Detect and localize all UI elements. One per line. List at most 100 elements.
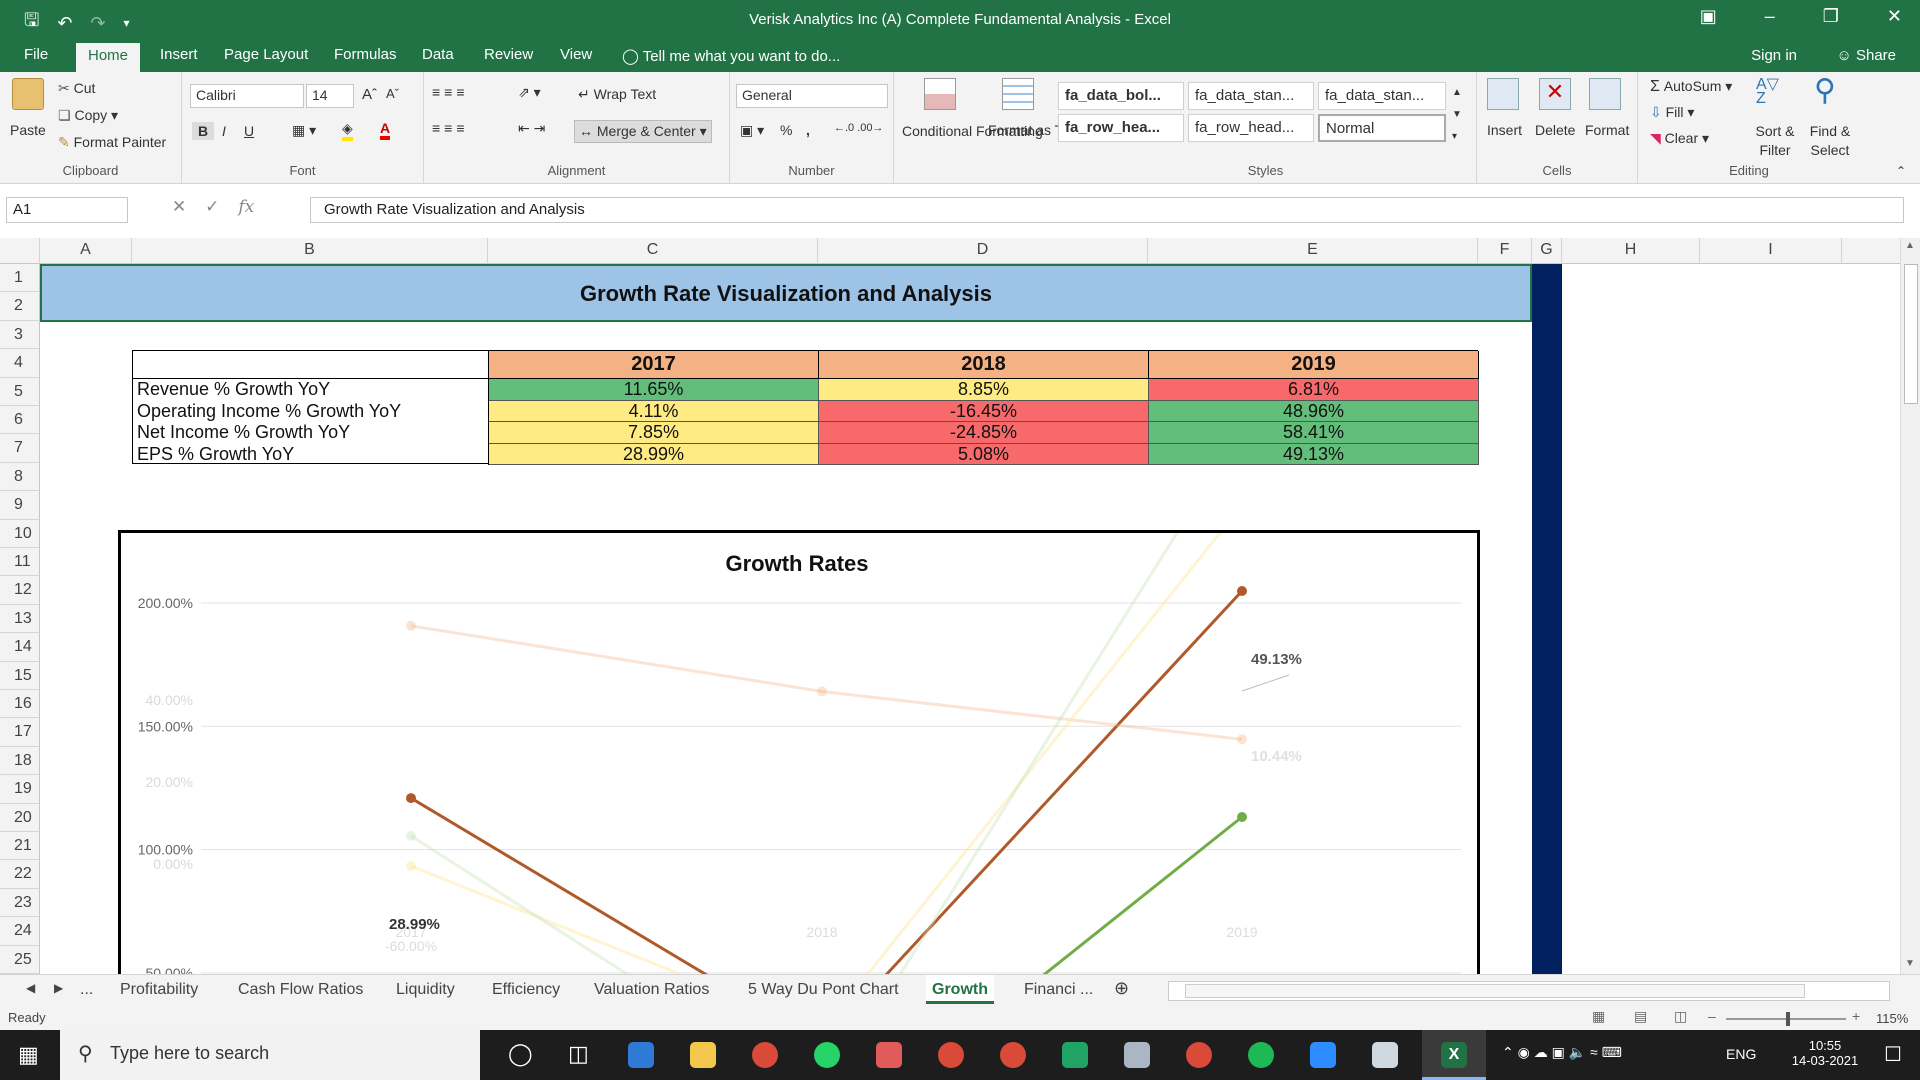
row-header[interactable]: 2 [0,292,40,321]
indent-icons[interactable]: ⇤ ⇥ [518,120,545,137]
sign-in-link[interactable]: Sign in [1751,47,1797,64]
horizontal-align-icons[interactable]: ≡≡≡ [432,120,469,136]
table-cell[interactable]: 11.65% [489,379,819,401]
style-fa-data-bold[interactable]: fa_data_bol... [1058,82,1184,110]
year-header[interactable]: 2019 [1149,351,1479,379]
column-header-b[interactable]: B [132,238,488,264]
table-row-label[interactable]: EPS % Growth YoY [133,443,489,465]
prev-sheet-icon[interactable]: ◀ [20,979,41,997]
zoom-app-icon[interactable] [1310,1042,1336,1068]
table-cell[interactable]: -16.45% [819,400,1149,422]
spotify-icon[interactable] [1248,1042,1274,1068]
cut-button[interactable]: ✂ Cut [58,80,95,97]
tab-page-layout[interactable]: Page Layout [224,46,308,63]
snipping-icon[interactable] [876,1042,902,1068]
table-row-label[interactable]: Operating Income % Growth YoY [133,400,489,422]
autosum-button[interactable]: Σ AutoSum ▾ [1650,78,1732,96]
row-header[interactable]: 21 [0,832,40,861]
format-cells-icon[interactable] [1589,78,1621,110]
app-icon[interactable] [1124,1042,1150,1068]
row-header[interactable]: 14 [0,633,40,662]
row-header[interactable]: 6 [0,406,40,435]
format-as-table-icon[interactable] [1002,78,1034,110]
tab-file[interactable]: File [24,46,48,63]
horizontal-scrollbar[interactable] [1168,981,1890,1001]
conditional-formatting-icon[interactable] [924,78,956,110]
fill-color-icon[interactable]: ◈ [342,120,353,141]
table-cell[interactable]: -24.85% [819,422,1149,444]
column-header-i[interactable]: I [1700,238,1842,264]
sheet-title-cell[interactable]: Growth Rate Visualization and Analysis [40,264,1532,322]
style-fa-row-head[interactable]: fa_row_head... [1188,114,1314,142]
normal-view-icon[interactable]: ▦ [1592,1008,1605,1025]
mail-icon[interactable] [628,1042,654,1068]
column-header-g[interactable]: G [1532,238,1562,264]
function-icon[interactable]: fx [238,197,254,217]
tell-me-search[interactable]: ◯ Tell me what you want to do... [622,47,840,65]
row-header[interactable]: 23 [0,888,40,918]
row-header[interactable]: 10 [0,519,40,548]
bold-button[interactable]: B [192,122,215,140]
page-break-view-icon[interactable]: ◫ [1674,1008,1687,1025]
row-header[interactable]: 4 [0,349,40,378]
enter-icon[interactable]: ✓ [205,197,219,216]
table-cell[interactable]: 7.85% [489,422,819,444]
insert-button[interactable]: Insert [1487,122,1522,138]
sheet-tab-du-pont[interactable]: 5 Way Du Pont Chart [742,979,905,1001]
row-header[interactable]: 12 [0,576,40,605]
row-header[interactable]: 25 [0,945,40,974]
column-header-h[interactable]: H [1562,238,1700,264]
sheets-icon[interactable] [1062,1042,1088,1068]
sheet-tab-growth[interactable]: Growth [926,975,994,1004]
notifications-icon[interactable]: ☐ [1884,1042,1902,1067]
clear-button[interactable]: ◥ Clear ▾ [1650,130,1709,147]
table-cell[interactable]: 5.08% [819,443,1149,465]
row-header[interactable]: 7 [0,434,40,463]
sheet-tab-profitability[interactable]: Profitability [114,979,204,1001]
row-header[interactable]: 19 [0,775,40,804]
minimize-icon[interactable]: – [1765,6,1775,27]
worksheet[interactable]: Growth Rate Visualization and Analysis 2… [40,264,1900,974]
table-cell[interactable]: 4.11% [489,400,819,422]
growth-chart[interactable]: Growth Rates 200.00% 150.00% 100.00% 50.00%… [118,530,1480,974]
column-header-e[interactable]: E [1148,238,1478,264]
sheet-tab-liquidity[interactable]: Liquidity [390,979,461,1001]
delete-cells-icon[interactable]: ✕ [1539,78,1571,110]
paste-button[interactable]: Paste [10,122,46,138]
sort-filter-button[interactable]: Sort & Filter [1752,122,1798,160]
row-header[interactable]: 17 [0,718,40,747]
name-box[interactable]: A1 [6,197,128,223]
sheet-tab-financi[interactable]: Financi ... [1018,979,1099,1001]
row-header[interactable]: 8 [0,462,40,492]
column-header-d[interactable]: D [818,238,1148,264]
tab-data[interactable]: Data [422,46,454,63]
chrome-icon-1[interactable] [752,1042,778,1068]
row-header[interactable]: 24 [0,917,40,946]
clock[interactable]: 10:55 14-03-2021 [1780,1038,1870,1068]
ribbon-display-icon[interactable]: ▣ [1700,6,1717,27]
find-select-button[interactable]: Find & Select [1806,122,1854,160]
vertical-align-icons[interactable]: ≡≡≡ [432,84,469,100]
row-header[interactable]: 5 [0,377,40,406]
vertical-scrollbar[interactable]: ▲ ▼ [1900,238,1920,974]
table-cell[interactable]: 6.81% [1149,379,1479,401]
table-row-label[interactable]: Net Income % Growth YoY [133,422,489,444]
chrome-icon-4[interactable] [1186,1042,1212,1068]
paste-icon[interactable] [12,78,44,110]
wrap-text-button[interactable]: ↵ Wrap Text [578,86,656,103]
delete-button[interactable]: Delete [1535,122,1575,138]
taskbar-search[interactable]: ⚲ Type here to search [60,1030,480,1080]
next-sheet-icon[interactable]: ▶ [48,979,69,997]
windows-start-icon[interactable]: ▦ [18,1042,39,1068]
row-header[interactable]: 18 [0,746,40,776]
formula-input[interactable]: Growth Rate Visualization and Analysis [310,197,1904,223]
table-cell[interactable]: 49.13% [1149,443,1479,465]
row-header[interactable]: 15 [0,661,40,690]
tab-view[interactable]: View [560,46,592,63]
row-header[interactable]: 9 [0,491,40,520]
currency-icon[interactable]: ▣ ▾ [740,122,764,139]
collapse-ribbon-icon[interactable]: ⌃ [1896,164,1906,178]
copy-button[interactable]: ❏ Copy ▾ [58,107,118,124]
tray-icons[interactable]: ⌃ ◉ ☁ ▣ 🔈 ≈ ⌨ [1502,1044,1622,1061]
tab-home[interactable]: Home [76,43,141,72]
